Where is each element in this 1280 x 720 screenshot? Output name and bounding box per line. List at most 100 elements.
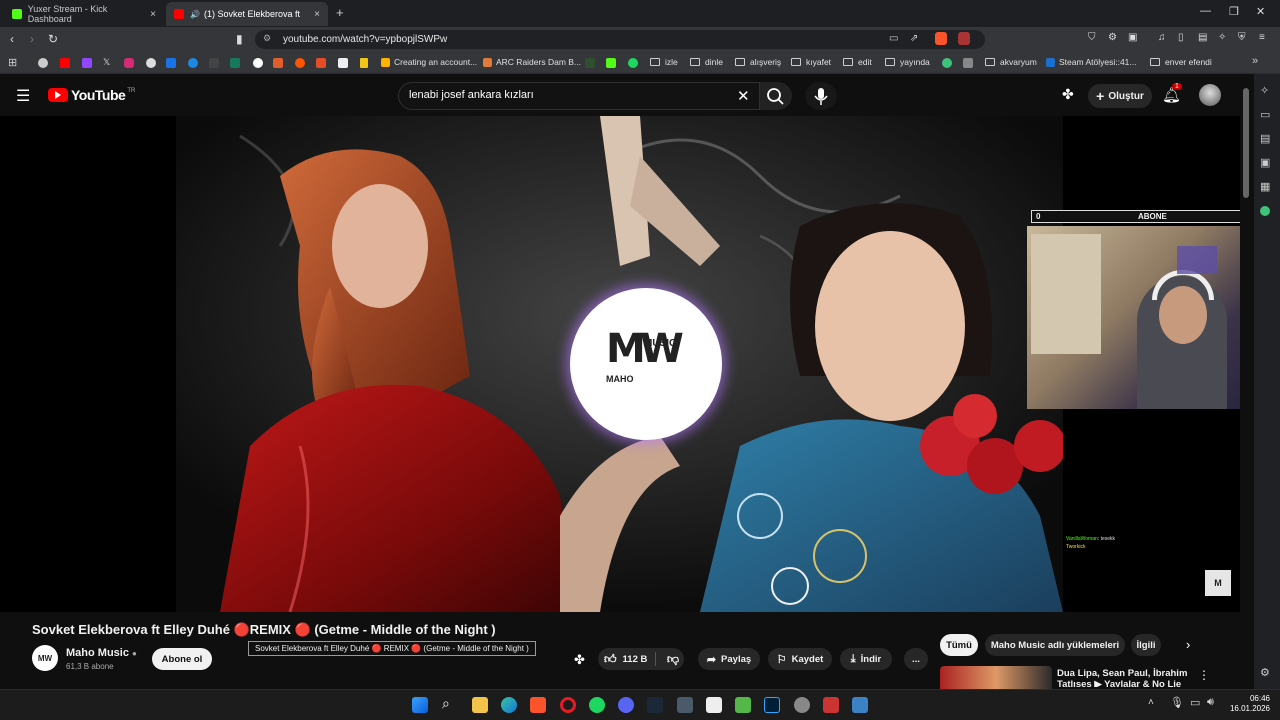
bookmark-icon[interactable]: ▮: [236, 32, 243, 46]
tab-kick-dashboard[interactable]: Yuxer Stream - Kick Dashboard ×: [4, 2, 164, 26]
game-bookmark-icon[interactable]: [585, 58, 595, 68]
youtube-logo[interactable]: YouTube TR: [48, 87, 135, 103]
side-panel-playlist-icon[interactable]: ▦: [1260, 180, 1270, 193]
instagram-bookmark-icon[interactable]: [124, 58, 134, 68]
origin-bookmark-icon[interactable]: [295, 58, 305, 68]
spotify-bookmark-icon[interactable]: [628, 58, 638, 68]
bookmark-folder-akvaryum[interactable]: akvaryum: [985, 57, 1037, 67]
vpn-icon[interactable]: ⛨: [1238, 32, 1246, 43]
minimize-icon[interactable]: —: [1200, 5, 1211, 17]
youtube-bookmark-icon[interactable]: [60, 58, 70, 68]
extension-shield-icon[interactable]: ⛉: [1088, 32, 1096, 43]
extension-screenshot-icon[interactable]: ▣: [1128, 32, 1137, 43]
brave-shields-icon[interactable]: [935, 32, 947, 45]
bookmark-arc-raiders[interactable]: ARC Raiders Dam B...: [483, 57, 581, 67]
amazon-bookmark-icon[interactable]: [338, 58, 348, 68]
recommendation-thumbnail[interactable]: [940, 666, 1052, 689]
download-button[interactable]: ⤓ İndir: [840, 648, 892, 670]
w-bookmark-icon[interactable]: [209, 58, 219, 68]
voice-search-button[interactable]: [805, 82, 837, 110]
new-tab-button[interactable]: +: [336, 5, 344, 20]
app-network-icon[interactable]: [852, 697, 868, 713]
channel-watermark-icon[interactable]: M: [1205, 570, 1231, 596]
app-leaf-icon[interactable]: [735, 697, 751, 713]
opera-icon[interactable]: [560, 697, 576, 713]
discord-icon[interactable]: [618, 697, 634, 713]
x-bookmark-icon[interactable]: 𝕏: [103, 57, 110, 68]
kick-bookmark-icon[interactable]: [606, 58, 616, 68]
taskbar-search-icon[interactable]: ⌕: [442, 695, 450, 712]
app-screen-icon[interactable]: [823, 697, 839, 713]
install-icon[interactable]: ▭: [889, 33, 898, 44]
side-panel-reading-list-icon[interactable]: ▤: [1260, 132, 1270, 145]
drive-bookmark-icon[interactable]: [166, 58, 176, 68]
network-icon[interactable]: ▭: [1190, 696, 1200, 709]
edge-icon[interactable]: [501, 697, 517, 713]
app-s-icon[interactable]: [706, 697, 722, 713]
sheets-bookmark-icon[interactable]: [230, 58, 240, 68]
wallet-icon[interactable]: ▤: [1198, 32, 1207, 43]
channel-name[interactable]: Maho Music ●: [66, 647, 137, 659]
apps-grid-icon[interactable]: ⊞: [8, 56, 17, 69]
account-avatar[interactable]: [1199, 84, 1221, 106]
github-bookmark-icon[interactable]: [146, 58, 156, 68]
bookmark-folder-enver[interactable]: enver efendi: [1150, 57, 1212, 67]
side-panel-history-icon[interactable]: ▣: [1260, 156, 1270, 169]
photoshop-icon[interactable]: [764, 697, 780, 713]
tray-overflow-icon[interactable]: ˄: [1148, 697, 1154, 708]
bookmark-folder-alisveris[interactable]: alışveriş: [735, 57, 781, 67]
m-bookmark-icon[interactable]: [316, 58, 326, 68]
chip-channel-uploads[interactable]: Maho Music adlı yüklemeleri: [985, 634, 1125, 656]
dislike-button[interactable]: 👎︎: [660, 648, 686, 670]
bookmark-steam-workshop[interactable]: Steam Atölyesi::41...: [1046, 57, 1136, 67]
bookmark-creating-account[interactable]: Creating an account...: [381, 57, 477, 67]
tiktok-bookmark-icon[interactable]: [253, 58, 263, 68]
bookmark-folder-edit[interactable]: edit: [843, 57, 872, 67]
file-explorer-icon[interactable]: [472, 697, 488, 713]
extension-puzzle-icon[interactable]: ✤: [574, 652, 585, 668]
back-icon[interactable]: ‹: [10, 32, 14, 46]
close-tab-icon[interactable]: ×: [150, 9, 156, 20]
forward-icon[interactable]: ›: [30, 32, 34, 46]
clock[interactable]: 06:46 16.01.2026: [1226, 694, 1270, 714]
side-panel-green-icon[interactable]: [1260, 206, 1270, 216]
create-button[interactable]: + Oluştur: [1088, 84, 1152, 108]
spotify-taskbar-icon[interactable]: [589, 697, 605, 713]
side-panel-bookmarks-icon[interactable]: ▭: [1260, 108, 1270, 121]
subscribe-button[interactable]: Abone ol: [152, 648, 212, 670]
brave-rewards-icon[interactable]: [958, 32, 970, 45]
maximize-icon[interactable]: ❐: [1229, 5, 1239, 18]
microphone-tray-icon[interactable]: 🎙︎: [1170, 696, 1184, 709]
page-scrollbar[interactable]: [1240, 74, 1254, 690]
bookmark-folder-dinle[interactable]: dinle: [690, 57, 723, 67]
green-bookmark-icon[interactable]: [942, 58, 952, 68]
media-controls-icon[interactable]: ♫: [1158, 32, 1166, 43]
like-button[interactable]: 👍︎: [604, 652, 617, 667]
side-panel-settings-icon[interactable]: ⚙: [1260, 666, 1270, 679]
search-button[interactable]: [760, 82, 792, 110]
save-button[interactable]: ⚐ Kaydet: [768, 648, 832, 670]
chips-next-icon[interactable]: ›: [1186, 637, 1190, 652]
extension-gear-icon[interactable]: ⚙: [1108, 32, 1117, 43]
channel-avatar[interactable]: MW: [32, 645, 58, 671]
obs-icon[interactable]: [794, 697, 810, 713]
hb-bookmark-icon[interactable]: [273, 58, 283, 68]
calculator-icon[interactable]: [677, 697, 693, 713]
share-button[interactable]: ➦ Paylaş: [698, 648, 760, 670]
tab-youtube-video[interactable]: 🔊 (1) Sovket Elekberova ft Elley ×: [166, 2, 328, 26]
bookmark-folder-kiyafet[interactable]: kıyafet: [791, 57, 831, 67]
note-bookmark-icon[interactable]: [360, 58, 368, 68]
play-bookmark-icon[interactable]: [188, 58, 198, 68]
menu-icon[interactable]: ≡: [1259, 32, 1265, 43]
bookmark-folder-yayinda[interactable]: yayında: [885, 57, 930, 67]
steam-taskbar-icon[interactable]: [647, 697, 663, 713]
leo-ai-icon[interactable]: ✧: [1218, 32, 1226, 43]
clear-search-icon[interactable]: ✕: [737, 87, 750, 105]
bookmark-folder-izle[interactable]: izle: [650, 57, 678, 67]
window-close-icon[interactable]: ✕: [1256, 5, 1265, 18]
site-info-icon[interactable]: ⚙: [263, 33, 271, 44]
video-player[interactable]: MW MUSIC MAHO 0 ABONE 16 VanillaWoman: t…: [0, 116, 1240, 612]
reload-icon[interactable]: ↻: [48, 32, 58, 46]
volume-icon[interactable]: 🔊︎: [1207, 696, 1214, 709]
more-bookmarks-icon[interactable]: »: [1252, 55, 1258, 67]
